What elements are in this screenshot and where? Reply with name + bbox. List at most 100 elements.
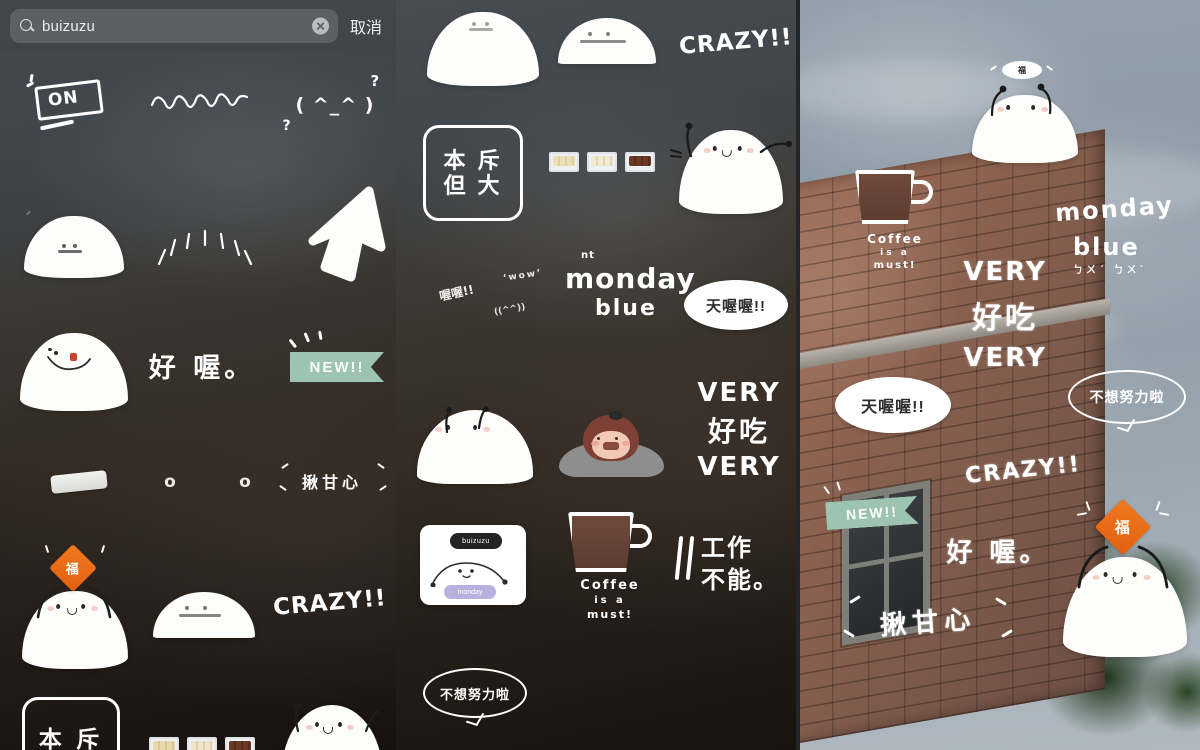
photo-bu-xiang-bubble: 不想努力啦	[1068, 370, 1186, 424]
sheet-phone-card[interactable]: buizuzu monday	[412, 518, 534, 612]
sheet-blob-dome-1[interactable]	[418, 4, 548, 94]
hao-chi: 好吃	[707, 415, 770, 448]
sticker-cell-squiggle[interactable]	[145, 74, 260, 134]
photo-very-1: VERY	[963, 257, 1047, 287]
photo-new-flag[interactable]: NEW!!	[808, 481, 928, 542]
blob-tall-sticker	[282, 702, 382, 750]
photo-bu-xiang-nu-li[interactable]: 不想努力啦	[1060, 360, 1194, 434]
gong-zuo-line1: 工作	[701, 534, 753, 562]
sticker-cell-sushi[interactable]	[142, 712, 262, 750]
sheet-crazy[interactable]: CRAZY!!	[676, 12, 796, 72]
sticker-cell-blob-small[interactable]	[18, 202, 130, 292]
photo-new-label: NEW!!	[825, 496, 919, 530]
sticker-cell-hao-wo[interactable]: 好 喔。	[142, 330, 262, 400]
sticker-cell-blob-wide[interactable]	[146, 560, 262, 670]
sticker-cell-kaomoji[interactable]: ( ^_^ ) ? ?	[275, 66, 390, 146]
sheet-very-hao-chi[interactable]: VERY 好吃 VERY	[682, 372, 796, 488]
ben-chi-line1: 本 斥	[38, 725, 104, 750]
photo-monday-sub: blue	[1073, 233, 1140, 261]
gong-zuo-line2: 不能。	[701, 566, 779, 594]
crazy-label: CRAZY!!	[272, 585, 388, 621]
question-mark-1: ?	[370, 72, 380, 90]
search-bar: buizuzu ✕ 取消	[0, 0, 396, 52]
photo-crazy-label: CRAZY!!	[963, 451, 1083, 489]
phone-card-small-sticker	[50, 470, 108, 494]
sheet-blob-flat[interactable]	[410, 402, 540, 492]
photo-blob-fu-big[interactable]: 福	[1048, 490, 1198, 680]
phone-card-brand: buizuzu	[450, 533, 502, 549]
monday-blue-sub: blue	[595, 296, 657, 321]
doodle-rays-icon	[157, 229, 253, 266]
blob-smile-sticker	[20, 333, 128, 411]
sticker-cell-dot-1[interactable]: o	[140, 452, 200, 512]
sheet-wo-wo-label: 喔喔!!	[437, 282, 475, 303]
sticker-cell-on-sign[interactable]: ON	[14, 66, 132, 152]
sheet-kaomoji-small[interactable]: ((^^))	[472, 294, 548, 326]
sheet-crazy-label: CRAZY!!	[678, 24, 794, 60]
fu-label: 福	[66, 561, 80, 577]
monday-blue-top: nt	[581, 250, 595, 261]
sticker-cell-crazy[interactable]: CRAZY!!	[268, 570, 392, 636]
photo-very-hao-chi[interactable]: VERY 好吃 VERY	[940, 250, 1070, 380]
doodle-squiggle-icon	[150, 93, 248, 110]
sticker-cell-blob-fu[interactable]: 福	[8, 534, 140, 674]
sticker-cell-ben-chi[interactable]: 本 斥 但 大	[16, 692, 126, 750]
sushi-row-sticker	[149, 737, 255, 750]
new-flag-label: NEW!!	[290, 352, 384, 382]
sheet-blob-dome-2[interactable]	[548, 2, 666, 80]
photo-fu-bubble: 福	[1002, 61, 1042, 79]
sheet-coffee-cup[interactable]: Coffee is a must!	[548, 510, 672, 621]
on-sign-sticker: ON	[18, 69, 128, 149]
sticker-cell-rays[interactable]	[150, 202, 260, 292]
search-input-value: buizuzu	[42, 17, 96, 35]
sticker-cell-cursor[interactable]	[272, 180, 392, 296]
on-sign-label: ON	[46, 87, 80, 111]
photo-hao-wo[interactable]: 好 喔。	[928, 520, 1068, 580]
sticker-cell-new-flag[interactable]: NEW!!	[272, 330, 390, 396]
sheet-gong-zuo[interactable]: 工作 不能。	[672, 518, 796, 608]
blob-wide-sticker	[153, 592, 255, 638]
sheet-wow[interactable]: ‘wow’	[488, 258, 558, 294]
sheet-wow-label: ‘wow’	[502, 268, 544, 284]
sheet-ben-chi-line1: 本 斥	[443, 147, 503, 173]
sticker-sheet-panel: CRAZY!! 本 斥 但 大 喔喔!! ‘wow’ ((^^)) nt mon…	[396, 0, 800, 750]
photo-jiu-gan-xin-label: 揪甘心	[879, 604, 978, 641]
sticker-cell-jiu-gan-xin[interactable]: 揪甘心	[272, 448, 392, 514]
sheet-ben-chi-line2: 但 大	[443, 173, 503, 198]
photo-tian-wo-wo-label: 天喔喔!!	[861, 399, 925, 416]
search-results-panel: buizuzu ✕ 取消 ON (^_^) ? ? 好 喔。 NEW!! o…	[0, 0, 396, 750]
bu-xiang-bubble: 不想努力啦	[423, 668, 527, 718]
photo-coffee-cup[interactable]: Coffee is a must!	[840, 168, 956, 278]
sticker-cell-blob-smile[interactable]	[14, 322, 134, 422]
photo-jiu-gan-xin[interactable]: 揪甘心	[838, 585, 1018, 655]
photo-tian-wo-wo[interactable]: 天喔喔!!	[828, 370, 958, 440]
photo-blob-fu-top[interactable]: 福	[960, 58, 1090, 168]
dot-1-label: o	[164, 472, 176, 492]
sheet-sleepy-person[interactable]	[546, 402, 676, 492]
photo-coffee-line2: is a	[880, 248, 910, 258]
coffee-line2: is a	[594, 595, 626, 606]
sticker-cell-dot-2[interactable]: o	[215, 452, 275, 512]
bu-xiang-label: 不想努力啦	[439, 686, 510, 702]
photo-coffee-line3: must!	[873, 260, 917, 271]
clear-icon[interactable]: ✕	[311, 17, 329, 35]
photo-bu-xiang-label: 不想努力啦	[1089, 389, 1165, 405]
question-mark-2: ?	[282, 118, 291, 134]
cursor-arrow-icon	[308, 186, 386, 282]
sheet-bu-xiang-nu-li[interactable]: 不想努力啦	[410, 656, 540, 730]
photo-coffee-line1: Coffee	[867, 232, 923, 246]
sheet-ben-chi-box: 本 斥 但 大	[423, 125, 523, 221]
sticker-cell-blob-tall[interactable]	[274, 692, 390, 750]
search-input[interactable]: buizuzu ✕	[10, 9, 338, 43]
sticker-cell-phone-card-small[interactable]	[30, 452, 128, 512]
sheet-blob-antenna[interactable]	[668, 112, 794, 232]
sheet-tian-wo-wo[interactable]: 天喔喔!!	[676, 272, 796, 338]
sheet-ben-chi[interactable]: 本 斥 但 大	[418, 118, 528, 228]
photo-monday-bopomofo: ㄅㄨˊ ㄅㄨˋ	[1073, 265, 1148, 276]
photo-preview-panel[interactable]: 福 Coffee is a must! monday blue ㄅㄨˊ ㄅㄨˋ …	[800, 0, 1200, 750]
jiu-gan-xin-label: 揪甘心	[301, 473, 362, 492]
photo-fu-label: 福	[1115, 519, 1131, 537]
coffee-line1: Coffee	[580, 578, 640, 593]
sheet-sushi[interactable]	[542, 132, 662, 192]
cancel-button[interactable]: 取消	[346, 14, 386, 38]
